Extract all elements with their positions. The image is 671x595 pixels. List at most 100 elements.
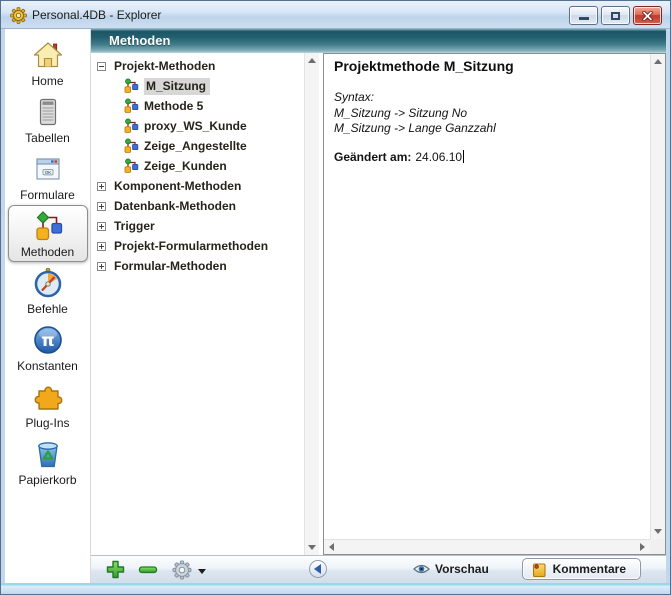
- kommentare-button[interactable]: Kommentare: [522, 558, 641, 580]
- method-icon: [123, 118, 139, 134]
- tree-group-label: Projekt-Formularmethoden: [114, 239, 268, 253]
- sidebar-item-label: Konstanten: [17, 359, 78, 373]
- kommentare-label: Kommentare: [553, 562, 626, 576]
- scroll-left-icon[interactable]: [329, 540, 334, 554]
- scroll-up-icon[interactable]: [651, 59, 665, 64]
- close-icon: [642, 11, 653, 21]
- sidebar-item-konstanten[interactable]: π Konstanten: [8, 319, 88, 376]
- sidebar-item-methoden[interactable]: Methoden: [8, 205, 88, 262]
- maximize-button[interactable]: [601, 6, 630, 25]
- scroll-up-icon[interactable]: [305, 58, 319, 63]
- vorschau-label: Vorschau: [435, 562, 489, 576]
- tree-item-proxy-ws-kunde[interactable]: proxy_WS_Kunde: [97, 116, 304, 136]
- app-gear-icon: [10, 7, 27, 24]
- tree-item-m-sitzung[interactable]: M_Sitzung: [97, 76, 304, 96]
- window-bottom-frame: [1, 583, 670, 594]
- tree-group-label: Datenbank-Methoden: [114, 199, 236, 213]
- modified-value: 24.06.10: [415, 150, 462, 164]
- syntax-label: Syntax:: [334, 90, 640, 106]
- window-content: Home Tabellen: [5, 29, 666, 583]
- sidebar-item-home[interactable]: Home: [8, 34, 88, 91]
- sidebar-item-label: Papierkorb: [18, 473, 76, 487]
- tree-item-label: Zeige_Kunden: [144, 159, 227, 173]
- explorer-window: Personal.4DB - Explorer: [0, 0, 671, 595]
- window-title: Personal.4DB - Explorer: [32, 8, 161, 22]
- tree-group-formular-methoden[interactable]: Formular-Methoden: [97, 256, 304, 276]
- collapse-expander-icon[interactable]: [97, 62, 106, 71]
- add-method-button[interactable]: [106, 560, 125, 579]
- syntax-line: M_Sitzung -> Lange Ganzzahl: [334, 121, 640, 137]
- tree-group-projekt-formularmethoden[interactable]: Projekt-Formularmethoden: [97, 236, 304, 256]
- modified-line: Geändert am: 24.06.10: [334, 150, 640, 164]
- detail-vertical-scrollbar[interactable]: [650, 54, 665, 539]
- text-caret: [463, 150, 464, 163]
- pi-icon: π: [31, 323, 65, 357]
- sidebar-item-label: Formulare: [20, 188, 75, 202]
- comment-editor[interactable]: Projektmethode M_Sitzung Syntax: M_Sitzu…: [324, 54, 650, 539]
- gear-icon: [171, 560, 193, 580]
- middle-region: Projekt-Methoden M_Sitzung Methode 5 pro…: [91, 53, 666, 555]
- title-bar[interactable]: Personal.4DB - Explorer: [1, 1, 670, 29]
- tree-vertical-scrollbar[interactable]: [304, 53, 319, 555]
- close-button[interactable]: [633, 6, 662, 25]
- tree-group-label: Komponent-Methoden: [114, 179, 241, 193]
- sidebar-item-label: Tabellen: [25, 131, 70, 145]
- minus-icon: [138, 560, 158, 579]
- tree-group-komponent-methoden[interactable]: Komponent-Methoden: [97, 176, 304, 196]
- tree-group-label: Formular-Methoden: [114, 259, 227, 273]
- svg-text:OK: OK: [44, 169, 50, 174]
- scrollbar-corner: [650, 539, 665, 554]
- sidebar-item-label: Plug-Ins: [25, 416, 69, 430]
- collapse-panel-button[interactable]: [309, 560, 327, 578]
- scroll-right-icon[interactable]: [640, 540, 645, 554]
- scroll-down-icon[interactable]: [651, 529, 665, 534]
- tables-icon: [31, 95, 65, 129]
- eye-icon: [413, 563, 430, 575]
- options-gear-button[interactable]: [171, 560, 206, 580]
- modified-label: Geändert am:: [334, 150, 411, 164]
- method-icon: [123, 138, 139, 154]
- tree-item-methode-5[interactable]: Methode 5: [97, 96, 304, 116]
- sidebar: Home Tabellen: [5, 29, 91, 583]
- home-icon: [31, 38, 65, 72]
- minimize-icon: [579, 17, 589, 20]
- syntax-line: M_Sitzung -> Sitzung No: [334, 106, 640, 122]
- tree-group-label: Trigger: [114, 219, 155, 233]
- method-flowchart-icon: [31, 209, 65, 243]
- sidebar-item-befehle[interactable]: Befehle: [8, 262, 88, 319]
- delete-method-button[interactable]: [138, 560, 158, 579]
- tree-group-label: Projekt-Methoden: [114, 59, 215, 73]
- minimize-button[interactable]: [569, 6, 598, 25]
- expand-expander-icon[interactable]: [97, 262, 106, 271]
- expand-expander-icon[interactable]: [97, 202, 106, 211]
- detail-horizontal-scrollbar[interactable]: [324, 539, 650, 554]
- tree-item-label: Zeige_Angestellte: [144, 139, 247, 153]
- method-tree: Projekt-Methoden M_Sitzung Methode 5 pro…: [91, 53, 304, 555]
- sidebar-item-formulare[interactable]: OK Formulare: [8, 148, 88, 205]
- sidebar-item-papierkorb[interactable]: Papierkorb: [8, 433, 88, 490]
- svg-text:π: π: [41, 331, 54, 351]
- sidebar-item-label: Home: [31, 74, 63, 88]
- sidebar-item-tabellen[interactable]: Tabellen: [8, 91, 88, 148]
- recycle-bin-icon: [31, 437, 65, 471]
- bottom-toolbar: Vorschau Kommentare: [91, 555, 666, 583]
- expand-expander-icon[interactable]: [97, 182, 106, 191]
- sidebar-item-label: Befehle: [27, 302, 68, 316]
- maximize-icon: [611, 12, 620, 20]
- tree-item-zeige-angestellte[interactable]: Zeige_Angestellte: [97, 136, 304, 156]
- chevron-down-icon: [198, 569, 206, 574]
- sidebar-item-plugins[interactable]: Plug-Ins: [8, 376, 88, 433]
- tree-item-zeige-kunden[interactable]: Zeige_Kunden: [97, 156, 304, 176]
- method-icon: [123, 98, 139, 114]
- tree-group-trigger[interactable]: Trigger: [97, 216, 304, 236]
- expand-expander-icon[interactable]: [97, 242, 106, 251]
- sidebar-item-label: Methoden: [21, 245, 74, 259]
- expand-expander-icon[interactable]: [97, 222, 106, 231]
- compass-icon: [31, 266, 65, 300]
- tree-group-projekt-methoden[interactable]: Projekt-Methoden: [97, 56, 304, 76]
- tree-group-datenbank-methoden[interactable]: Datenbank-Methoden: [97, 196, 304, 216]
- scroll-down-icon[interactable]: [305, 545, 319, 550]
- tree-item-label: proxy_WS_Kunde: [144, 119, 247, 133]
- window-controls: [569, 6, 662, 25]
- vorschau-toggle[interactable]: Vorschau: [413, 562, 489, 576]
